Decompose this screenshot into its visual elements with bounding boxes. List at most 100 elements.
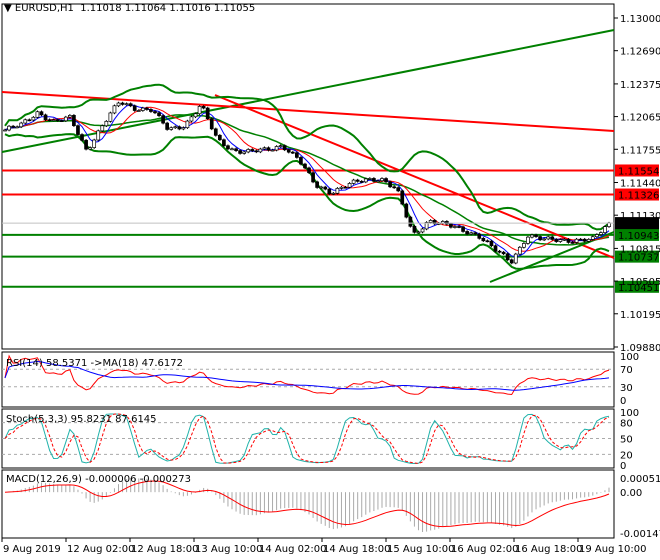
candle [108, 111, 113, 123]
candle-body [469, 232, 474, 235]
candle-body [594, 234, 599, 238]
candle-body [453, 226, 457, 228]
candle [234, 147, 238, 152]
candle [522, 242, 526, 249]
candle [335, 187, 340, 195]
candle-body [315, 181, 319, 188]
candle-body [392, 186, 397, 189]
candle-body [449, 223, 453, 228]
macd-label: MACD(12,26,9) -0.000006 -0.000273 [6, 474, 191, 485]
candle-body [546, 236, 551, 240]
chart-window[interactable]: 1.11554 1.11326 1.10943 1.10737 1.10451 1.110… [0, 0, 660, 560]
candle-body [481, 237, 486, 242]
symbol-label: EURUSD,H1 [14, 3, 74, 14]
candle-body [96, 130, 101, 141]
candle [311, 171, 315, 184]
candle-body [153, 111, 157, 114]
stoch-tick-0: 0 [620, 461, 626, 472]
candle [327, 187, 332, 196]
candle-body [181, 127, 186, 130]
dropdown-triangle-icon[interactable]: ▼ [4, 3, 12, 14]
candle-body [213, 128, 218, 136]
candle-body [222, 139, 226, 147]
candle-body [554, 239, 559, 242]
x-tick-label-0: 9 Aug 2019 [3, 544, 61, 555]
candle-body [136, 110, 141, 112]
candle-body [112, 105, 117, 114]
candle-body [526, 236, 530, 244]
y-tick-label-9: 1.10195 [620, 310, 660, 321]
bollinger-upper [4, 83, 610, 231]
candle [509, 258, 514, 265]
candle-body [599, 232, 603, 235]
macd-tick-1: 0.00 [620, 488, 642, 499]
candle [550, 235, 555, 241]
candle-body [343, 186, 348, 189]
x-tick-label-2: 12 Aug 18:00 [131, 544, 198, 555]
candle-body [517, 246, 522, 255]
candle [173, 125, 178, 129]
candle-body [35, 111, 40, 118]
candle-body [355, 179, 360, 182]
candle [128, 102, 133, 108]
candle-body [165, 122, 169, 130]
candle [546, 235, 551, 241]
rsi-label: RSI(14) 58.5371 ->MA(18) 47.6172 [6, 358, 183, 369]
candle [39, 110, 44, 117]
rsi-tick-70: 70 [620, 365, 633, 376]
candle [76, 124, 80, 136]
candle [213, 127, 218, 137]
candle [35, 110, 40, 119]
candle-body [55, 119, 60, 122]
candle-body [169, 127, 174, 130]
candle-body [497, 250, 502, 253]
candle [603, 225, 607, 234]
candle [295, 151, 299, 159]
candle-body [132, 105, 137, 111]
candle-body [15, 126, 20, 129]
candle [501, 250, 506, 256]
macd-signal-line [4, 480, 610, 528]
candle-body [461, 226, 465, 232]
candle [258, 147, 263, 154]
open-value: 1.11018 [80, 3, 122, 14]
candle-body [217, 134, 222, 141]
candle-body [388, 181, 392, 188]
y-tick-label-6: 1.11130 [620, 211, 660, 222]
y-tick-label-3: 1.12065 [620, 113, 660, 124]
candle [27, 118, 32, 122]
candle [526, 235, 530, 245]
y-tick-label-1: 1.12690 [620, 47, 660, 58]
candle-body [530, 234, 534, 238]
candle-body [63, 116, 68, 122]
candle [485, 239, 490, 243]
candle-body [92, 139, 97, 148]
chart-canvas[interactable]: 1.115541.113261.109431.107371.104511.110… [0, 0, 660, 560]
candle-body [290, 151, 295, 154]
candle [132, 104, 137, 112]
candle-body [108, 112, 113, 122]
candle-body [416, 231, 421, 234]
candle-body [566, 238, 571, 243]
candle [290, 150, 295, 154]
candle-body [367, 178, 372, 180]
candle [47, 118, 52, 122]
candle [392, 185, 397, 189]
rsi-tick-30: 30 [620, 383, 633, 394]
close-value: 1.11055 [213, 3, 256, 14]
candle [315, 180, 319, 189]
candle [80, 133, 84, 142]
candle-body [603, 226, 607, 233]
candle-body [534, 234, 538, 237]
candle-body [509, 259, 514, 264]
candle [43, 113, 48, 121]
candle [388, 180, 392, 189]
level-label-1: 1.11326 [618, 191, 659, 202]
y-tick-label-4: 1.11755 [620, 145, 660, 156]
candle-body [586, 239, 591, 242]
x-tick-label-1: 12 Aug 02:00 [67, 544, 134, 555]
candle-body [120, 102, 125, 105]
candle [15, 125, 20, 129]
candle [578, 237, 583, 241]
candle-body [428, 220, 433, 223]
